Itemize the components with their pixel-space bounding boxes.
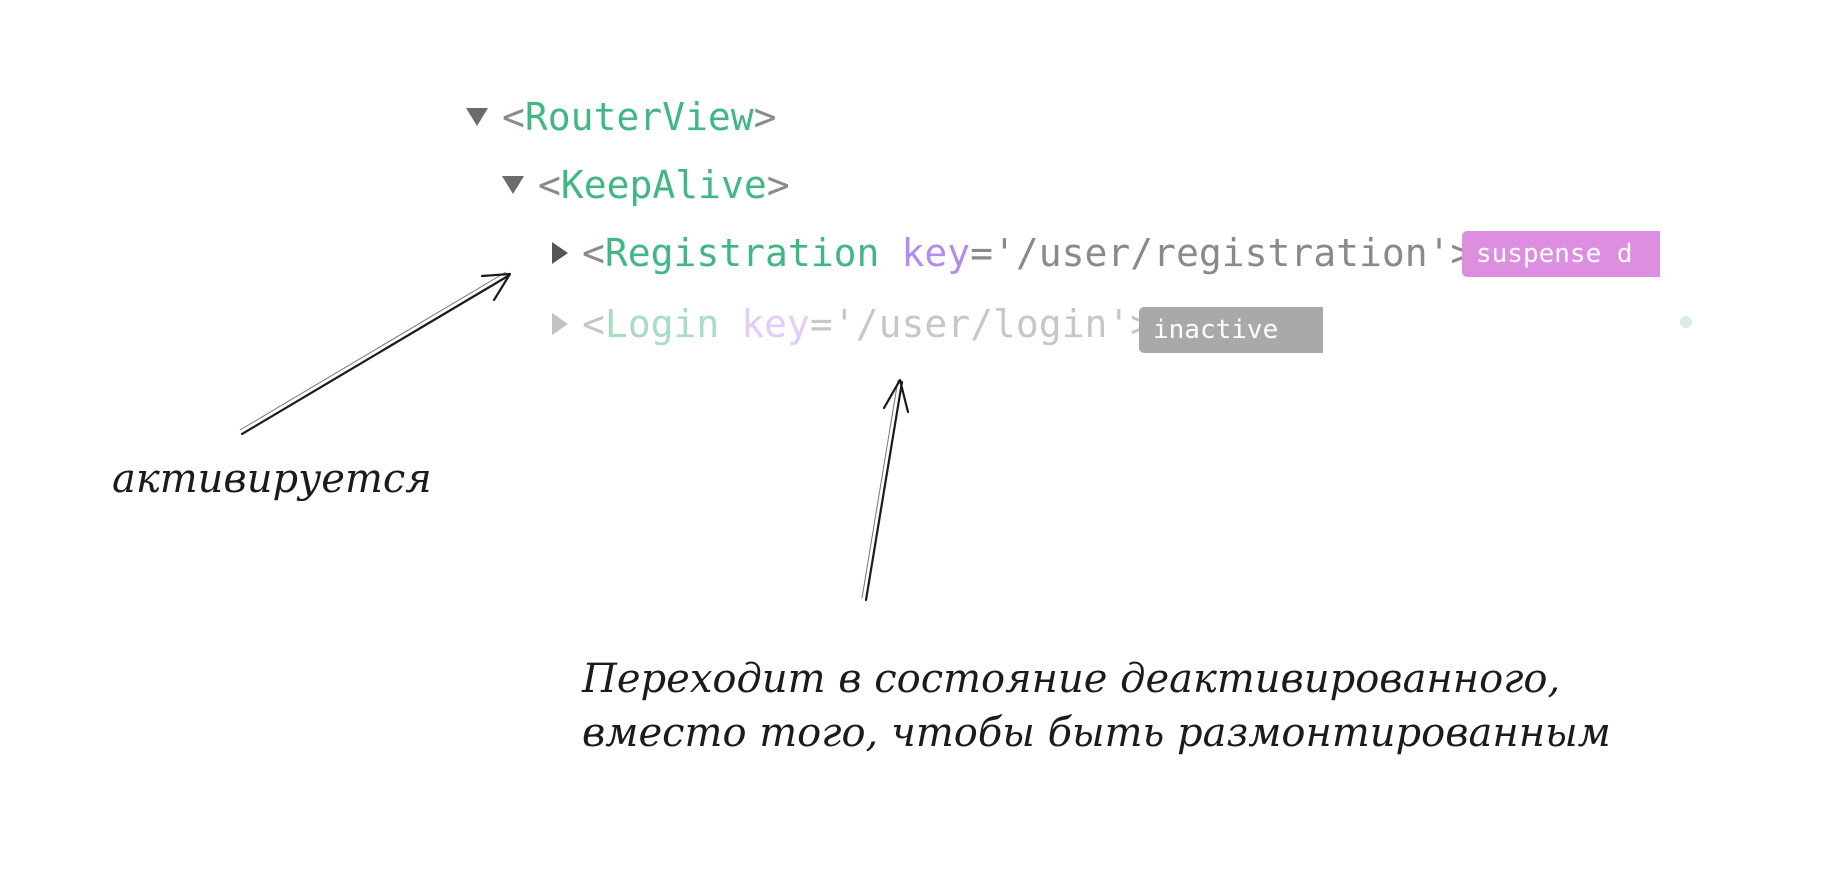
collapse-triangle-right-icon[interactable] xyxy=(552,242,568,264)
router-view-tag-name: RouterView xyxy=(524,95,754,139)
arrow-to-registration xyxy=(240,274,510,436)
login-attr-value: '/user/login' xyxy=(832,302,1131,346)
annotation-deactivated: Переходит в состояние деактивированного,… xyxy=(582,652,1611,760)
keep-alive-tag-name: KeepAlive xyxy=(560,163,767,207)
login-attr-name: key xyxy=(741,302,810,346)
tag-open-bracket: < xyxy=(582,302,605,346)
annotation-deactivated-line-2: вместо того, чтобы быть размонтированным xyxy=(582,710,1611,756)
arrow-to-login xyxy=(864,380,904,602)
tag-close-bracket: > xyxy=(766,163,790,207)
tree-node-registration[interactable]: <Registrationkey='/user/registration'> xyxy=(552,234,1473,272)
registration-attr-name: key xyxy=(901,231,971,275)
inactive-badge: inactive xyxy=(1139,307,1323,353)
attr-equals: = xyxy=(970,231,993,275)
registration-tag-name: Registration xyxy=(604,231,880,275)
tag-open-bracket: < xyxy=(582,231,605,275)
tree-node-router-view[interactable]: < RouterView > xyxy=(466,98,777,136)
tag-open-bracket: < xyxy=(502,95,525,139)
arrow-to-registration-head xyxy=(480,272,512,302)
collapse-triangle-right-icon[interactable] xyxy=(552,313,568,335)
login-tag-name: Login xyxy=(604,302,720,346)
attr-equals: = xyxy=(809,302,833,346)
suspense-badge: suspense d xyxy=(1462,231,1660,277)
tag-open-bracket: < xyxy=(538,163,561,207)
annotation-deactivated-line-1: Переходит в состояние деактивированного, xyxy=(582,656,1561,702)
expand-triangle-down-icon[interactable] xyxy=(466,108,488,126)
arrow-to-login-head xyxy=(882,378,910,414)
tree-node-login[interactable]: <Loginkey='/user/login'> xyxy=(552,305,1153,343)
status-dot-icon xyxy=(1680,316,1692,328)
expand-triangle-down-icon[interactable] xyxy=(502,176,524,194)
registration-attr-value: '/user/registration' xyxy=(992,231,1451,275)
annotation-activates: активируется xyxy=(112,456,432,502)
tag-close-bracket: > xyxy=(753,95,777,139)
tree-node-keep-alive[interactable]: < KeepAlive > xyxy=(502,166,790,204)
